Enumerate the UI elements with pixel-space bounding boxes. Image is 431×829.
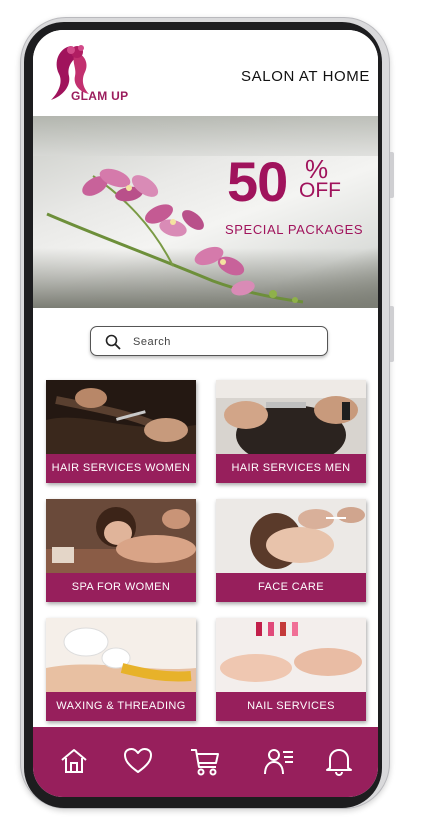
service-label: NAIL SERVICES xyxy=(216,692,366,721)
service-label: HAIR SERVICES WOMEN xyxy=(46,454,196,483)
orchid-image xyxy=(46,168,304,304)
home-icon xyxy=(61,749,87,773)
nav-profile[interactable] xyxy=(263,745,295,777)
search-input[interactable] xyxy=(131,332,315,352)
promo-off-label: OFF xyxy=(299,179,341,202)
phone-side-button xyxy=(390,306,394,362)
service-card-spa-women[interactable]: SPA FOR WOMEN xyxy=(46,499,196,602)
service-card-hair-men[interactable]: HAIR SERVICES MEN xyxy=(216,380,366,483)
service-card-nails[interactable]: NAIL SERVICES xyxy=(216,618,366,721)
hair-women-image xyxy=(46,380,196,455)
nav-cart[interactable] xyxy=(189,745,221,777)
heart-icon xyxy=(124,748,152,773)
service-card-face-care[interactable]: FACE CARE xyxy=(216,499,366,602)
spa-women-image xyxy=(46,499,196,574)
brand-name: GLAM UP xyxy=(71,89,129,103)
service-label: FACE CARE xyxy=(216,573,366,602)
app-screen: GLAM UP SALON AT HOME 50 % OFF SPECIAL P… xyxy=(33,30,378,797)
nav-favorites[interactable] xyxy=(122,745,154,777)
page-title: SALON AT HOME xyxy=(241,68,370,85)
bell-icon xyxy=(326,749,352,777)
promo-percent: 50 xyxy=(227,150,288,213)
nav-notifications[interactable] xyxy=(323,745,355,777)
search-bar[interactable] xyxy=(90,326,328,356)
cart-icon xyxy=(191,749,219,776)
nail-services-image xyxy=(216,618,366,693)
face-care-image xyxy=(216,499,366,574)
bottom-nav xyxy=(33,727,378,797)
promo-subtitle: SPECIAL PACKAGES xyxy=(225,222,364,237)
app-header: GLAM UP SALON AT HOME xyxy=(33,30,378,116)
profile-list-icon xyxy=(264,749,293,775)
service-label: SPA FOR WOMEN xyxy=(46,573,196,602)
promo-banner[interactable]: 50 % OFF SPECIAL PACKAGES xyxy=(33,116,378,308)
hair-men-image xyxy=(216,380,366,455)
service-card-hair-women[interactable]: HAIR SERVICES WOMEN xyxy=(46,380,196,483)
nav-home[interactable] xyxy=(58,745,90,777)
service-label: HAIR SERVICES MEN xyxy=(216,454,366,483)
phone-side-button xyxy=(390,152,394,198)
service-card-waxing[interactable]: WAXING & THREADING xyxy=(46,618,196,721)
service-label: WAXING & THREADING xyxy=(46,692,196,721)
search-icon xyxy=(105,334,121,350)
waxing-image xyxy=(46,618,196,693)
